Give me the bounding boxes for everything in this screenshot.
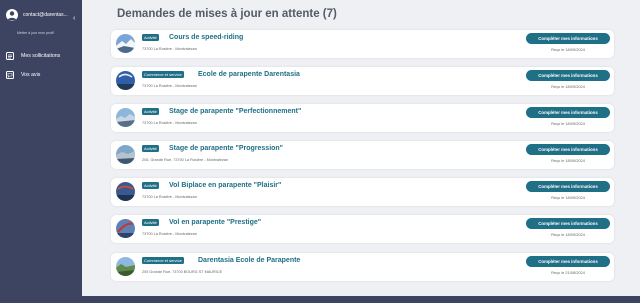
card-title[interactable]: Cours de speed-riding	[169, 34, 243, 41]
card-address: 73700 La Rosière - Montvalezan	[142, 47, 197, 51]
card-title[interactable]: Ecole de parapente Darentasia	[198, 71, 300, 78]
comment-icon	[6, 71, 14, 79]
card-address: 73700 La Rosière - Montvalezan	[142, 121, 197, 125]
card-title[interactable]: Darentasia Ecole de Parapente	[198, 257, 300, 264]
sidebar: contact@darentas... Mettre à jour mon pr…	[0, 0, 82, 303]
request-card: Activité Cours de speed-riding 73700 La …	[111, 30, 614, 58]
complete-info-button[interactable]: Compléter mes informations	[526, 144, 610, 155]
activity-thumbnail	[116, 182, 135, 201]
card-address: 73700 La Rosière - Montvalezan	[142, 195, 197, 199]
card-title[interactable]: Stage de parapente "Progression"	[169, 145, 283, 152]
complete-info-button[interactable]: Compléter mes informations	[526, 256, 610, 267]
received-date: Reçu le 18/09/2024	[551, 84, 585, 89]
activity-thumbnail	[116, 108, 135, 127]
category-badge: Commerce et service	[142, 71, 184, 78]
category-badge: Activité	[142, 34, 159, 41]
activity-thumbnail	[116, 219, 135, 238]
request-card: Activité Stage de parapente "Perfectionn…	[111, 104, 614, 132]
complete-info-button[interactable]: Compléter mes informations	[526, 181, 610, 192]
received-date: Reçu le 18/09/2024	[551, 195, 585, 200]
request-card: Activité Vol Biplace en parapente "Plais…	[111, 178, 614, 206]
activity-thumbnail	[116, 34, 135, 53]
clipboard-icon	[6, 52, 14, 60]
complete-info-button[interactable]: Compléter mes informations	[526, 218, 610, 229]
activity-thumbnail	[116, 145, 135, 164]
collapse-sidebar-icon[interactable]: ‹	[73, 15, 75, 22]
card-title[interactable]: Stage de parapente "Perfectionnement"	[169, 108, 301, 115]
received-date: Reçu le 18/09/2024	[551, 121, 585, 126]
avatar-icon[interactable]	[6, 9, 18, 21]
category-badge: Activité	[142, 182, 159, 189]
card-address: 205 Grande Rue, 73700 BOURG ST MAURICE	[142, 270, 223, 274]
category-badge: Commerce et service	[142, 257, 184, 264]
request-card: Commerce et service Ecole de parapente D…	[111, 67, 614, 95]
received-date: Reçu le 18/09/2024	[551, 47, 585, 52]
card-title[interactable]: Vol Biplace en parapente "Plaisir"	[169, 182, 281, 189]
card-address: 73700 La Rosière - Montvalezan	[142, 84, 197, 88]
page-title: Demandes de mises à jour en attente (7)	[117, 8, 337, 20]
activity-thumbnail	[116, 71, 135, 90]
sidebar-item-reviews[interactable]: Vos avis	[6, 70, 78, 80]
category-badge: Activité	[142, 108, 159, 115]
update-profile-link[interactable]: Mettre à jour mon profil	[17, 31, 54, 35]
complete-info-button[interactable]: Compléter mes informations	[526, 107, 610, 118]
sidebar-item-label: Mes sollicitations	[21, 53, 61, 59]
sidebar-item-label: Vos avis	[21, 72, 41, 78]
sidebar-item-solicitations[interactable]: Mes sollicitations	[6, 51, 78, 61]
profile-block: contact@darentas... Mettre à jour mon pr…	[6, 9, 80, 39]
card-address: 73700 La Rosière - Montvalezan	[142, 232, 197, 236]
request-card: Activité Stage de parapente "Progression…	[111, 141, 614, 169]
received-date: Reçu le 18/09/2024	[551, 232, 585, 237]
request-card: Activité Vol en parapente "Prestige" 737…	[111, 215, 614, 243]
complete-info-button[interactable]: Compléter mes informations	[526, 70, 610, 81]
category-badge: Activité	[142, 219, 159, 226]
received-date: Reçu le 21/08/2024	[551, 270, 585, 275]
user-email: contact@darentas...	[23, 12, 68, 18]
bottom-bar	[82, 296, 640, 303]
category-badge: Activité	[142, 145, 159, 152]
activity-thumbnail	[116, 257, 135, 276]
card-title[interactable]: Vol en parapente "Prestige"	[169, 219, 261, 226]
request-card: Commerce et service Darentasia Ecole de …	[111, 253, 614, 281]
received-date: Reçu le 18/09/2024	[551, 158, 585, 163]
complete-info-button[interactable]: Compléter mes informations	[526, 33, 610, 44]
main-content: Demandes de mises à jour en attente (7) …	[82, 0, 640, 303]
card-address: 205, Grande Rue, 73700 La Rosière - Mont…	[142, 158, 229, 162]
